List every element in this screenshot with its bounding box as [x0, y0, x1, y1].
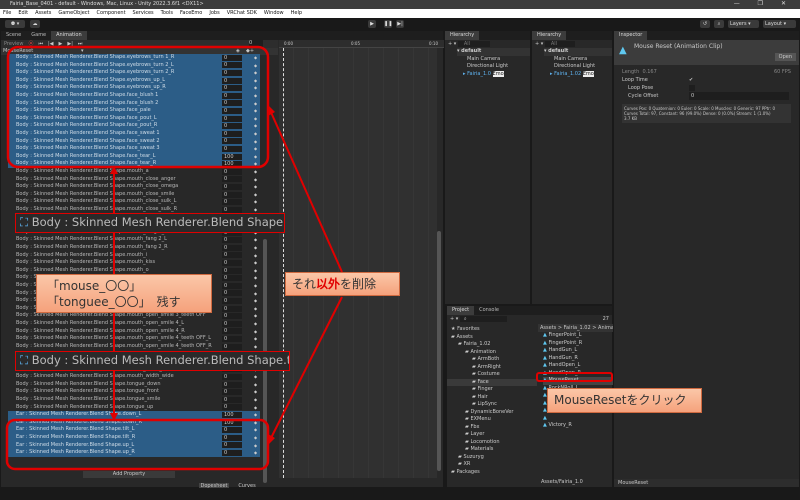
click-note: MouseResetをクリック: [547, 388, 702, 413]
annotation-overlay: [5, 45, 613, 471]
delete-note: それ以外を削除: [285, 272, 400, 296]
annotation-rect-top: [6, 45, 270, 169]
annotation-rect-bottom: [5, 418, 270, 471]
callout-mouth-row: ⛶ Body : Skinned Mesh Renderer.Blend Sha…: [15, 213, 285, 233]
annotation-arrow-line: [269, 109, 343, 273]
annotation-rect-mousereset: [536, 372, 613, 382]
keep-note: 「mouse_〇〇」 「tonguee_〇〇」 残す: [36, 274, 212, 313]
callout-tongue-row: ⛶ Body : Skinned Mesh Renderer.Blend Sha…: [15, 351, 290, 371]
